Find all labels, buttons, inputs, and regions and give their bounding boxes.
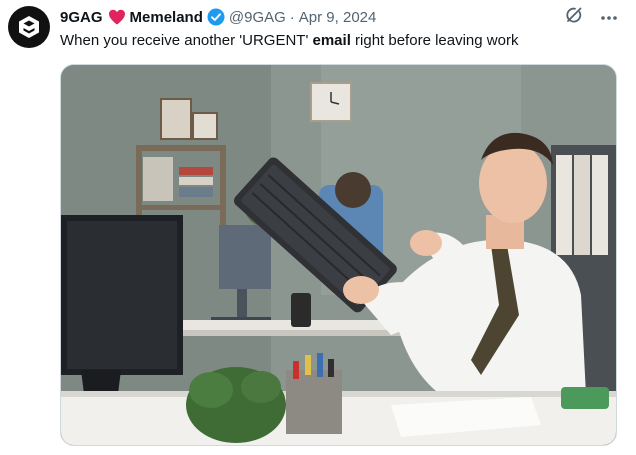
more-icon[interactable] xyxy=(600,8,618,26)
tweet-header: 9GAG Memeland @9GAG · Apr 9, 2024 xyxy=(60,6,626,28)
media-illustration xyxy=(61,65,616,445)
tweet-media[interactable] xyxy=(60,64,617,446)
tweet-text-part1: When you receive another 'URGENT' xyxy=(60,32,313,49)
tweet-text: When you receive another 'URGENT' email … xyxy=(60,31,626,51)
collab-name[interactable]: Memeland xyxy=(130,9,203,26)
tweet-date[interactable]: Apr 9, 2024 xyxy=(299,9,377,26)
red-heart-icon xyxy=(108,9,126,25)
grok-icon[interactable] xyxy=(564,5,584,30)
separator-dot: · xyxy=(289,8,295,26)
header-actions xyxy=(564,6,618,28)
author-name[interactable]: 9GAG xyxy=(60,9,103,26)
tweet-text-part2: right before leaving work xyxy=(350,32,519,49)
avatar[interactable] xyxy=(8,6,50,48)
verified-badge-icon xyxy=(207,8,225,26)
9gag-logo-icon xyxy=(19,16,39,38)
author-handle[interactable]: @9GAG xyxy=(229,9,286,26)
tweet: 9GAG Memeland @9GAG · Apr 9, 2024 When y… xyxy=(0,0,636,455)
tweet-text-bold: email xyxy=(312,32,351,49)
